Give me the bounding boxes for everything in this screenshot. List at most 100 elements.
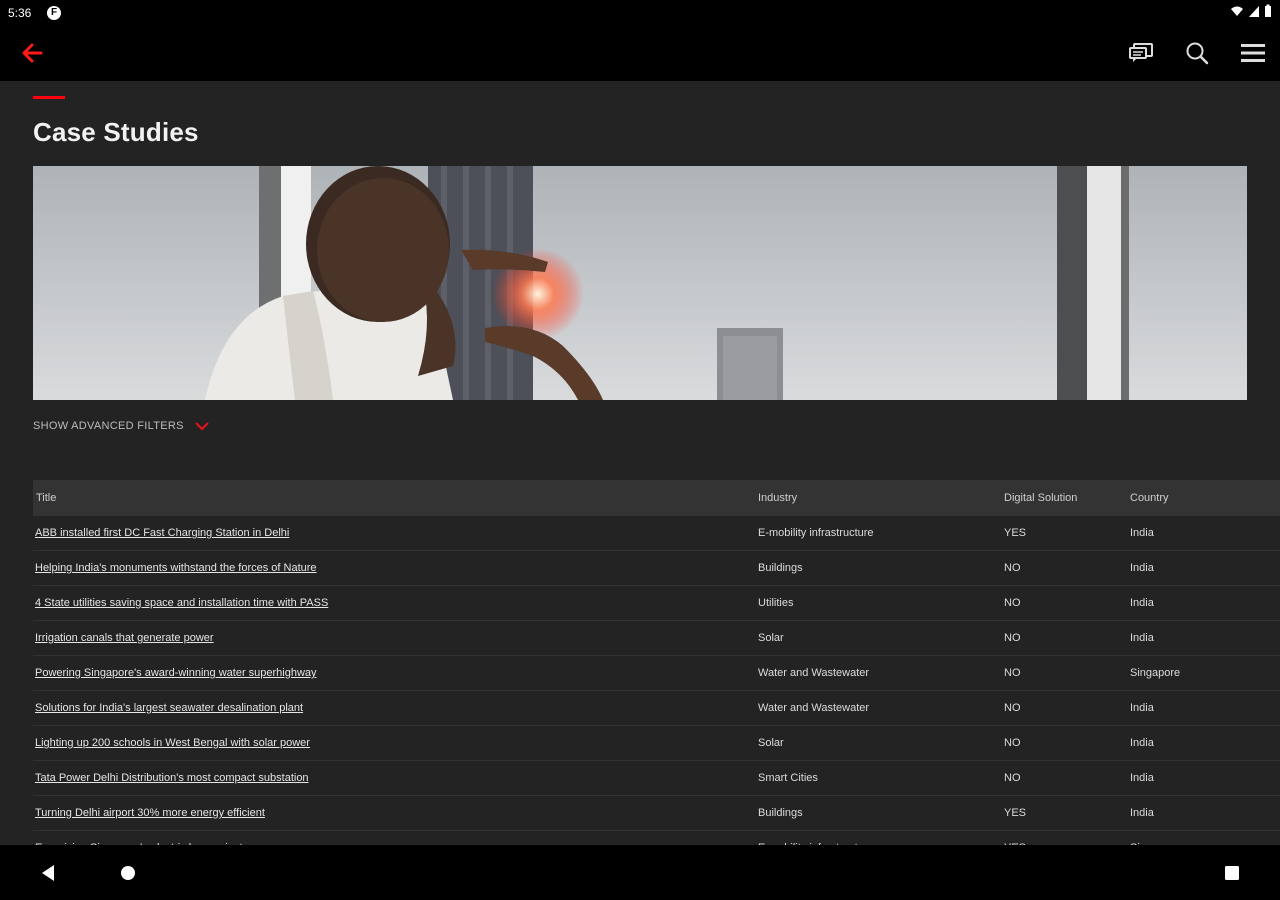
chat-button[interactable] <box>1124 38 1158 68</box>
digital-solution-cell: NO <box>1004 562 1021 574</box>
table-row: Turning Delhi airport 30% more energy ef… <box>33 796 1280 831</box>
industry-cell-container: Smart Cities <box>758 772 1004 784</box>
case-study-title-link[interactable]: Powering Singapore's award-winning water… <box>35 667 317 679</box>
main-content: Case Studies SHOW ADVANCED FILTERS Title… <box>0 81 1280 845</box>
industry-cell: Solar <box>758 632 784 644</box>
digital-solution-cell-container: NO <box>1004 562 1130 574</box>
hero-illustration <box>33 166 1247 400</box>
industry-cell: Smart Cities <box>758 772 818 784</box>
back-button[interactable] <box>14 38 50 68</box>
country-cell: Singapore <box>1130 667 1181 679</box>
hero-image <box>33 166 1247 400</box>
header-country[interactable]: Country <box>1130 492 1280 504</box>
nav-back-button[interactable] <box>36 861 60 885</box>
case-studies-table: Title Industry Digital Solution Country … <box>33 480 1280 845</box>
table-row: ABB installed first DC Fast Charging Sta… <box>33 516 1280 551</box>
digital-solution-cell: NO <box>1004 702 1021 714</box>
table-row: Irrigation canals that generate power Sol… <box>33 621 1280 656</box>
country-cell-container: India <box>1130 772 1280 784</box>
industry-cell-container: Buildings <box>758 807 1004 819</box>
digital-solution-cell: NO <box>1004 737 1021 749</box>
table-row: Tata Power Delhi Distribution's most com… <box>33 761 1280 796</box>
digital-solution-cell: NO <box>1004 597 1021 609</box>
case-study-title-link[interactable]: Lighting up 200 schools in West Bengal w… <box>35 737 310 749</box>
table-header: Title Industry Digital Solution Country <box>33 480 1280 516</box>
industry-cell-container: Buildings <box>758 562 1004 574</box>
country-cell: India <box>1130 632 1154 644</box>
case-study-title-link[interactable]: ABB installed first DC Fast Charging Sta… <box>35 527 289 539</box>
industry-cell: Water and Wastewater <box>758 667 870 679</box>
country-cell: India <box>1130 527 1154 539</box>
header-title[interactable]: Title <box>33 492 758 504</box>
digital-solution-cell-container: NO <box>1004 772 1130 784</box>
digital-solution-cell-container: YES <box>1004 527 1130 539</box>
industry-cell-container: Water and Wastewater <box>758 667 1004 679</box>
circle-home-icon <box>121 866 135 880</box>
industry-cell-container: E-mobility infrastructure <box>758 527 1004 539</box>
case-study-title-link[interactable]: Irrigation canals that generate power <box>35 632 214 644</box>
header-industry[interactable]: Industry <box>758 492 1004 504</box>
case-study-title-link[interactable]: Turning Delhi airport 30% more energy ef… <box>35 807 265 819</box>
search-button[interactable] <box>1180 38 1214 68</box>
case-study-title-link-container: Helping India's monuments withstand the … <box>33 562 758 574</box>
arrow-left-icon <box>22 43 43 63</box>
country-cell: India <box>1130 807 1154 819</box>
wifi-icon <box>1231 6 1243 16</box>
case-study-title-link-container: ABB installed first DC Fast Charging Sta… <box>33 527 758 539</box>
case-study-title-link[interactable]: 4 State utilities saving space and insta… <box>35 597 328 609</box>
nav-recents-button[interactable] <box>1220 861 1244 885</box>
digital-solution-cell: YES <box>1004 527 1027 539</box>
case-study-title-link-container: Powering Singapore's award-winning water… <box>33 667 758 679</box>
digital-solution-cell-container: NO <box>1004 737 1130 749</box>
table-row: Helping India's monuments withstand the … <box>33 551 1280 586</box>
advanced-filters-toggle[interactable]: SHOW ADVANCED FILTERS <box>33 420 210 432</box>
nav-home-button[interactable] <box>116 861 140 885</box>
digital-solution-cell: NO <box>1004 632 1021 644</box>
system-icons <box>1230 4 1272 18</box>
app-notification-icon: F <box>47 6 61 20</box>
country-cell-container: India <box>1130 527 1280 539</box>
industry-cell: Utilities <box>758 597 794 609</box>
status-bar: 5:36 F <box>0 0 1280 26</box>
case-study-title-link-container: 4 State utilities saving space and insta… <box>33 597 758 609</box>
digital-solution-cell-container: NO <box>1004 632 1130 644</box>
filters-label: SHOW ADVANCED FILTERS <box>33 420 184 432</box>
digital-solution-cell-container: YES <box>1004 807 1130 819</box>
industry-cell: Water and Wastewater <box>758 702 870 714</box>
page-title: Case Studies <box>33 117 199 147</box>
case-study-title-link-container: Irrigation canals that generate power <box>33 632 758 644</box>
table-body: ABB installed first DC Fast Charging Sta… <box>33 516 1280 845</box>
status-time: 5:36 <box>8 6 32 20</box>
chevron-down-icon <box>194 422 209 431</box>
title-accent-line <box>33 96 65 99</box>
table-row: Lighting up 200 schools in West Bengal w… <box>33 726 1280 761</box>
navigation-bar <box>0 845 1280 900</box>
menu-button[interactable] <box>1236 38 1270 68</box>
header-digital-solution[interactable]: Digital Solution <box>1004 492 1130 504</box>
country-cell: India <box>1130 772 1154 784</box>
square-recents-icon <box>1225 866 1239 880</box>
case-study-title-link[interactable]: Tata Power Delhi Distribution's most com… <box>35 772 309 784</box>
industry-cell: Buildings <box>758 562 803 574</box>
country-cell-container: Singapore <box>1130 667 1280 679</box>
digital-solution-cell: NO <box>1004 772 1021 784</box>
digital-solution-cell-container: NO <box>1004 702 1130 714</box>
industry-cell-container: Solar <box>758 632 1004 644</box>
industry-cell: Solar <box>758 737 784 749</box>
case-study-title-link[interactable]: Solutions for India's largest seawater d… <box>35 702 303 714</box>
chat-icon <box>1129 43 1153 62</box>
table-row: Powering Singapore's award-winning water… <box>33 656 1280 691</box>
country-cell: India <box>1130 562 1154 574</box>
industry-cell: Buildings <box>758 807 803 819</box>
country-cell-container: India <box>1130 737 1280 749</box>
country-cell: India <box>1130 737 1154 749</box>
industry-cell-container: Water and Wastewater <box>758 702 1004 714</box>
app-bar <box>0 26 1280 81</box>
country-cell-container: India <box>1130 632 1280 644</box>
case-study-title-link-container: Turning Delhi airport 30% more energy ef… <box>33 807 758 819</box>
table-row: Solutions for India's largest seawater d… <box>33 691 1280 726</box>
digital-solution-cell: YES <box>1004 807 1027 819</box>
country-cell-container: India <box>1130 807 1280 819</box>
signal-icon <box>1249 6 1259 17</box>
case-study-title-link[interactable]: Helping India's monuments withstand the … <box>35 562 317 574</box>
